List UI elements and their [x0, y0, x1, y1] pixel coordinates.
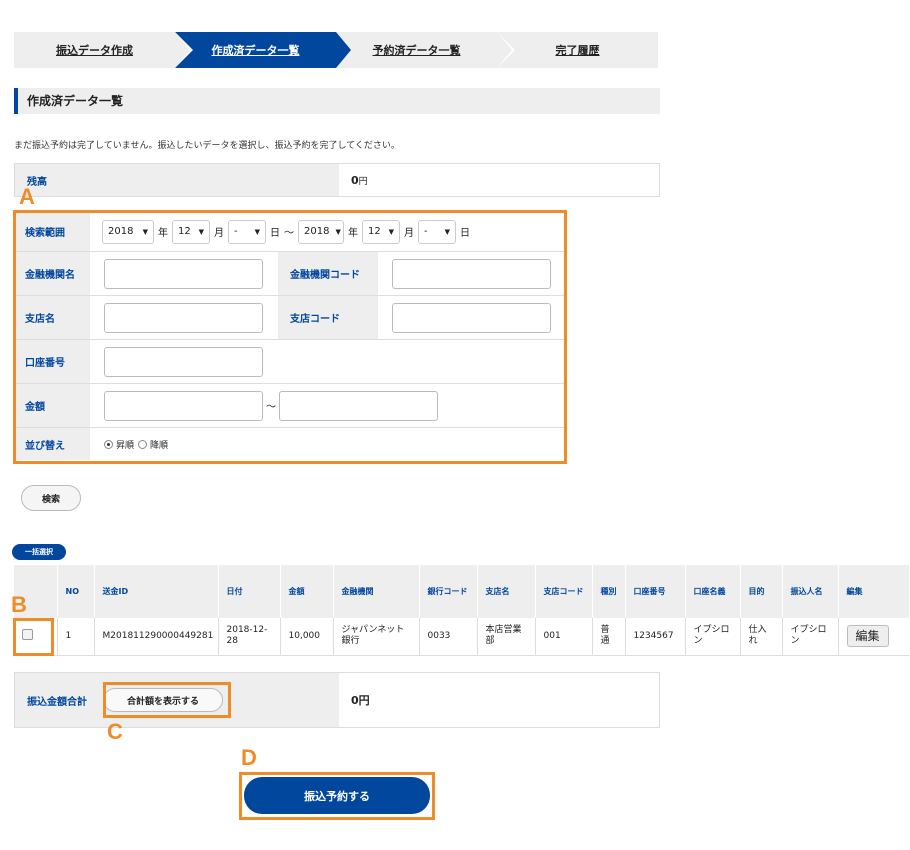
col-branch-code: 支店コード — [535, 565, 593, 618]
col-bank: 金融機関 — [333, 565, 420, 618]
annotation-box-b — [13, 618, 54, 656]
total-value: 0円 — [351, 694, 370, 707]
col-holder: 口座名義 — [685, 565, 741, 618]
col-payer: 振込人名 — [782, 565, 839, 618]
row-type: 普通 — [592, 618, 626, 656]
balance-label: 残高 — [15, 164, 339, 196]
step-label: 予約済データ一覧 — [372, 44, 461, 57]
annotation-box-d — [239, 772, 435, 820]
step-history[interactable]: 完了履歴 — [497, 32, 658, 68]
total-label: 振込金額合計 — [27, 696, 87, 708]
col-bank-code: 銀行コード — [419, 565, 478, 618]
col-date: 日付 — [218, 565, 281, 618]
bulk-select-button[interactable]: 一括選択 — [12, 544, 66, 560]
step-reserved-list[interactable]: 予約済データ一覧 — [336, 32, 515, 68]
col-edit: 編集 — [838, 565, 910, 618]
step-created-list[interactable]: 作成済データ一覧 — [175, 32, 351, 68]
table-header-row: NO 送金ID 日付 金額 金融機関 銀行コード 支店名 支店コード 種別 口座… — [14, 565, 910, 618]
step-label: 振込データ作成 — [56, 44, 133, 57]
row-bank-code: 0033 — [419, 618, 478, 656]
annotation-letter-a: A — [19, 184, 35, 209]
row-bank: ジャパンネット銀行 — [333, 618, 420, 656]
balance-amount: 0 — [351, 173, 359, 187]
step-create-data[interactable]: 振込データ作成 — [14, 32, 193, 68]
row-payer: イプシロン — [782, 618, 839, 656]
balance-value: 0円 — [339, 164, 659, 196]
balance-row: 残高 0円 — [14, 163, 660, 197]
progress-stepper: 振込データ作成 作成済データ一覧 予約済データ一覧 完了履歴 — [14, 32, 658, 68]
balance-unit: 円 — [358, 176, 368, 187]
step-label: 完了履歴 — [555, 44, 600, 57]
step-label: 作成済データ一覧 — [211, 44, 300, 57]
row-branch-code: 001 — [535, 618, 593, 656]
page-title: 作成済データ一覧 — [14, 88, 660, 114]
row-holder: イプシロン — [685, 618, 741, 656]
table-row: 1 M201811290000449281 2018-12-28 10,000 … — [14, 618, 909, 656]
annotation-box-c — [103, 682, 231, 718]
row-no: 1 — [57, 618, 95, 656]
row-account: 1234567 — [625, 618, 686, 656]
annotation-letter-c: C — [107, 719, 123, 744]
search-button[interactable]: 検索 — [21, 485, 81, 511]
col-branch: 支店名 — [477, 565, 536, 618]
row-amount: 10,000 — [280, 618, 334, 656]
edit-button[interactable]: 編集 — [846, 625, 889, 648]
transfer-data-table: NO 送金ID 日付 金額 金融機関 銀行コード 支店名 支店コード 種別 口座… — [14, 565, 910, 656]
col-no: NO — [57, 565, 95, 618]
row-id: M201811290000449281 — [94, 618, 219, 656]
annotation-box-a — [13, 210, 567, 464]
row-purpose: 仕入れ — [740, 618, 783, 656]
annotation-letter-b: B — [11, 592, 27, 617]
annotation-letter-d: D — [241, 745, 257, 770]
row-branch: 本店営業部 — [477, 618, 536, 656]
col-type: 種別 — [592, 565, 626, 618]
notice-text: まだ振込予約は完了していません。振込したいデータを選択し、振込予約を完了してくだ… — [14, 141, 400, 151]
row-date: 2018-12-28 — [218, 618, 281, 656]
col-amount: 金額 — [280, 565, 334, 618]
col-purpose: 目的 — [740, 565, 783, 618]
col-account: 口座番号 — [625, 565, 686, 618]
col-id: 送金ID — [94, 565, 219, 618]
